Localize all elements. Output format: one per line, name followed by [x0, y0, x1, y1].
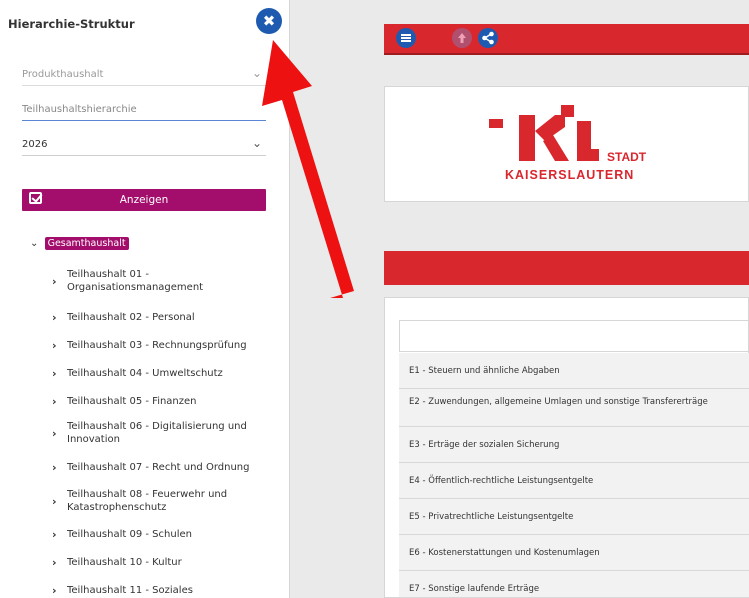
table-row[interactable]: E1 - Steuern und ähnliche Abgaben	[399, 353, 749, 389]
year-value: 2026	[22, 139, 48, 150]
row-label: E5 - Privatrechtliche Leistungsentgelte	[409, 512, 574, 522]
tree-item-label: Teilhaushalt 06 - Digitalisierung und In…	[67, 421, 247, 445]
table-row[interactable]: E4 - Öffentlich-rechtliche Leistungsentg…	[399, 463, 749, 499]
show-button[interactable]: Anzeigen	[22, 189, 266, 211]
chevron-right-icon: ›	[52, 367, 57, 380]
chevron-down-icon: ⌄	[30, 238, 39, 249]
table-row[interactable]: E7 - Sonstige laufende Erträge	[399, 571, 749, 598]
tree-item-label: Teilhaushalt 11 - Soziales	[67, 585, 193, 596]
chevron-right-icon: ›	[52, 275, 57, 288]
chevron-right-icon: ›	[52, 528, 57, 541]
show-button-label: Anzeigen	[119, 194, 169, 206]
tree-item-label: Teilhaushalt 02 - Personal	[67, 312, 195, 323]
tree-item-label: Teilhaushalt 01 - Organisationsmanagemen…	[67, 269, 204, 293]
chevron-right-icon: ›	[52, 556, 57, 569]
tree-root[interactable]: ⌄ Gesamthaushalt	[30, 237, 129, 250]
hierarchy-sidebar: Hierarchie-Struktur ✖ Produkthaushalt ⌄ …	[0, 0, 290, 598]
kaiserslautern-logo: STADT KAISERSLAUTERN	[489, 105, 647, 182]
table-row[interactable]: E3 - Erträge der sozialen Sicherung	[399, 427, 749, 463]
chevron-right-icon: ›	[52, 395, 57, 408]
menu-icon-line	[401, 40, 411, 42]
arrow-up-icon	[458, 33, 466, 43]
chevron-right-icon: ›	[52, 427, 57, 440]
tree-item-label: Teilhaushalt 05 - Finanzen	[67, 396, 197, 407]
teilhaushalt-input[interactable]: Teilhaushaltshierarchie	[22, 99, 266, 121]
navigate-up-button[interactable]	[452, 28, 472, 48]
tree-item-label: Teilhaushalt 04 - Umweltschutz	[67, 368, 223, 379]
table-row[interactable]: E6 - Kostenerstattungen und Kostenumlage…	[399, 535, 749, 571]
produkthaushalt-select[interactable]: Produkthaushalt ⌄	[22, 64, 266, 86]
chevron-down-icon: ⌄	[251, 66, 262, 80]
tree-item-label: Teilhaushalt 07 - Recht und Ordnung	[67, 462, 250, 473]
close-sidebar-button[interactable]: ✖	[256, 8, 282, 34]
table-row[interactable]: E2 - Zuwendungen, allgemeine Umlagen und…	[399, 389, 749, 427]
chevron-right-icon: ›	[52, 311, 57, 324]
row-label: E7 - Sonstige laufende Erträge	[409, 584, 540, 594]
row-label: E2 - Zuwendungen, allgemeine Umlagen und…	[409, 397, 708, 407]
tree-item-label: Teilhaushalt 09 - Schulen	[67, 529, 192, 540]
menu-icon-line	[401, 37, 411, 39]
tree-item-label: Teilhaushalt 03 - Rechnungsprüfung	[67, 340, 247, 351]
table-row[interactable]: E5 - Privatrechtliche Leistungsentgelte	[399, 499, 749, 535]
teilhaushalt-placeholder: Teilhaushaltshierarchie	[22, 104, 137, 115]
tree-root-label: Gesamthaushalt	[44, 237, 129, 250]
row-label: E1 - Steuern und ähnliche Abgaben	[409, 366, 560, 376]
row-label: E3 - Erträge der sozialen Sicherung	[409, 440, 560, 450]
year-select[interactable]: 2026 ⌄	[22, 134, 266, 156]
logo-text-stadt: STADT	[607, 150, 647, 164]
section-header-bar	[384, 251, 749, 285]
chevron-down-icon: ⌄	[251, 136, 262, 150]
row-label: E6 - Kostenerstattungen und Kostenumlage…	[409, 548, 600, 558]
menu-button[interactable]	[396, 28, 416, 48]
chevron-right-icon: ›	[52, 461, 57, 474]
top-toolbar	[384, 24, 749, 55]
chevron-right-icon: ›	[52, 584, 57, 597]
produkthaushalt-placeholder: Produkthaushalt	[22, 69, 104, 80]
menu-icon-line	[401, 34, 411, 36]
table-header	[399, 320, 749, 352]
chevron-right-icon: ›	[52, 495, 57, 508]
chevron-right-icon: ›	[52, 339, 57, 352]
share-button[interactable]	[478, 28, 498, 48]
sidebar-title: Hierarchie-Struktur	[8, 17, 135, 31]
logo-card: STADT KAISERSLAUTERN	[384, 86, 749, 202]
logo-text-kaiserslautern: KAISERSLAUTERN	[505, 168, 634, 182]
close-icon: ✖	[262, 12, 276, 30]
tree-item-label: Teilhaushalt 08 - Feuerwehr und Katastro…	[67, 489, 228, 513]
share-icon	[482, 31, 494, 45]
tree-item-label: Teilhaushalt 10 - Kultur	[67, 557, 182, 568]
row-label: E4 - Öffentlich-rechtliche Leistungsentg…	[409, 476, 594, 486]
